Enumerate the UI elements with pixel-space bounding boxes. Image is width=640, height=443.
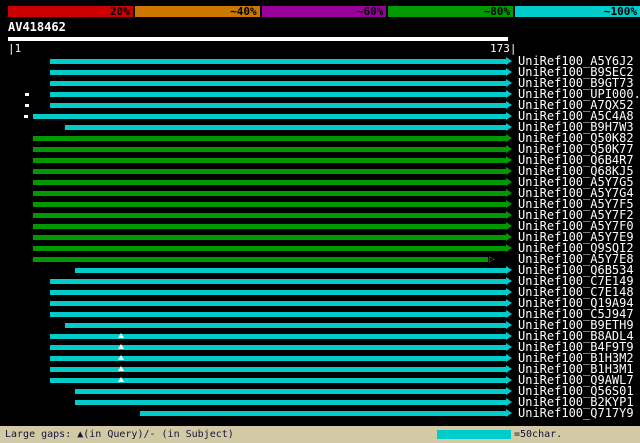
query-gap-marker <box>118 366 124 371</box>
alignment-bar[interactable] <box>50 59 506 64</box>
alignment-bar[interactable] <box>50 290 506 295</box>
query-gap-marker <box>118 355 124 360</box>
alignment-bar-arrow[interactable] <box>506 409 512 417</box>
alignment-row: UniRef100_Q717Y9 <box>0 407 640 419</box>
alignment-bar-arrow[interactable] <box>506 123 512 131</box>
alignment-bar-arrow[interactable] <box>506 200 512 208</box>
alignment-bar-arrow[interactable] <box>506 68 512 76</box>
subject-label[interactable]: UniRef100_Q717Y9 <box>518 407 634 419</box>
alignment-bar[interactable] <box>50 279 506 284</box>
alignment-bar-arrow[interactable] <box>506 112 512 120</box>
blast-graphic-overview: 20% ~40% ~60% ~80% ~100% AV418462 |1 173| Un… <box>0 0 640 443</box>
alignment-bar-arrow[interactable] <box>506 156 512 164</box>
query-gap-marker <box>118 333 124 338</box>
alignment-rows: UniRef100_A5Y6J2 UniRef100_B9SEC2 UniRef10… <box>0 55 640 419</box>
alignment-bar[interactable] <box>33 202 506 207</box>
identity-key-segment: 20% <box>8 6 133 17</box>
scale-sample-label: =50char. <box>514 429 563 440</box>
alignment-bar-arrow[interactable] <box>506 387 512 395</box>
alignment-bar[interactable] <box>75 400 506 405</box>
alignment-bar-arrow[interactable] <box>506 57 512 65</box>
alignment-bar-arrow[interactable] <box>506 178 512 186</box>
open-arrow-icon: ▷ <box>489 254 496 265</box>
alignment-bar[interactable] <box>50 103 506 108</box>
alignment-bar[interactable] <box>33 235 506 240</box>
alignment-bar[interactable] <box>33 224 506 229</box>
alignment-bar-arrow[interactable] <box>506 321 512 329</box>
scale-sample-box <box>437 430 511 439</box>
identity-key-label: 20% <box>109 5 130 18</box>
alignment-bar[interactable] <box>140 411 506 416</box>
identity-key-label: ~60% <box>356 5 384 18</box>
alignment-bar-arrow[interactable] <box>506 167 512 175</box>
scale-start-label: |1 <box>8 42 22 55</box>
alignment-bar[interactable] <box>33 257 488 262</box>
alignment-bar[interactable] <box>75 268 506 273</box>
identity-key-label: ~80% <box>483 5 511 18</box>
alignment-bar[interactable] <box>50 81 506 86</box>
query-gap-marker <box>118 344 124 349</box>
alignment-bar[interactable] <box>50 312 506 317</box>
alignment-bar-arrow[interactable] <box>506 354 512 362</box>
identity-color-key: 20% ~40% ~60% ~80% ~100% <box>8 6 640 17</box>
alignment-bar-arrow[interactable] <box>506 332 512 340</box>
alignment-bar[interactable] <box>65 125 506 130</box>
identity-key-segment: ~80% <box>388 5 514 18</box>
subject-gap-marker <box>25 104 29 107</box>
alignment-bar-arrow[interactable] <box>506 266 512 274</box>
alignment-bar-arrow[interactable] <box>506 398 512 406</box>
query-gap-marker <box>118 377 124 382</box>
alignment-bar-arrow[interactable] <box>506 233 512 241</box>
alignment-bar[interactable] <box>33 169 506 174</box>
subject-gap-marker <box>24 115 28 118</box>
identity-key-segment: ~100% <box>515 6 640 17</box>
identity-key-segment: ~40% <box>134 5 260 18</box>
alignment-bar[interactable] <box>65 323 506 328</box>
alignment-bar-arrow[interactable] <box>506 222 512 230</box>
identity-key-label: ~100% <box>603 5 637 18</box>
alignment-bar-arrow[interactable] <box>506 244 512 252</box>
alignment-bar-arrow[interactable] <box>506 90 512 98</box>
alignment-bar-arrow[interactable] <box>506 211 512 219</box>
alignment-bar-arrow[interactable] <box>506 310 512 318</box>
alignment-bar-arrow[interactable] <box>506 101 512 109</box>
alignment-bar-arrow[interactable] <box>506 299 512 307</box>
alignment-bar[interactable] <box>33 147 506 152</box>
query-bar <box>8 37 508 41</box>
alignment-bar[interactable] <box>75 389 506 394</box>
alignment-bar[interactable] <box>50 301 506 306</box>
alignment-bar[interactable] <box>33 136 506 141</box>
alignment-bar-arrow[interactable] <box>506 145 512 153</box>
alignment-bar-arrow[interactable] <box>506 277 512 285</box>
alignment-bar[interactable] <box>33 180 506 185</box>
alignment-bar[interactable] <box>50 92 506 97</box>
alignment-bar[interactable] <box>33 191 506 196</box>
identity-key-label: ~40% <box>230 5 257 18</box>
alignment-bar[interactable] <box>33 213 506 218</box>
query-name: AV418462 <box>8 20 66 34</box>
alignment-bar-arrow[interactable] <box>506 79 512 87</box>
alignment-bar-arrow[interactable] <box>506 343 512 351</box>
alignment-bar-arrow[interactable] <box>506 365 512 373</box>
alignment-bar-arrow[interactable] <box>506 288 512 296</box>
alignment-bar[interactable] <box>33 246 506 251</box>
scale-end-label: 173| <box>490 42 517 55</box>
alignment-bar[interactable] <box>33 114 506 119</box>
identity-key-segment: ~60% <box>261 5 387 18</box>
alignment-bar-arrow[interactable] <box>506 189 512 197</box>
alignment-bar[interactable] <box>33 158 506 163</box>
subject-gap-marker <box>25 93 29 96</box>
large-gaps-legend: Large gaps: ▲(in Query)/- (in Subject) <box>5 429 234 440</box>
alignment-bar-arrow[interactable] <box>506 134 512 142</box>
status-bar: Large gaps: ▲(in Query)/- (in Subject) =… <box>0 426 640 443</box>
alignment-bar[interactable] <box>50 70 506 75</box>
alignment-bar-arrow[interactable] <box>506 376 512 384</box>
